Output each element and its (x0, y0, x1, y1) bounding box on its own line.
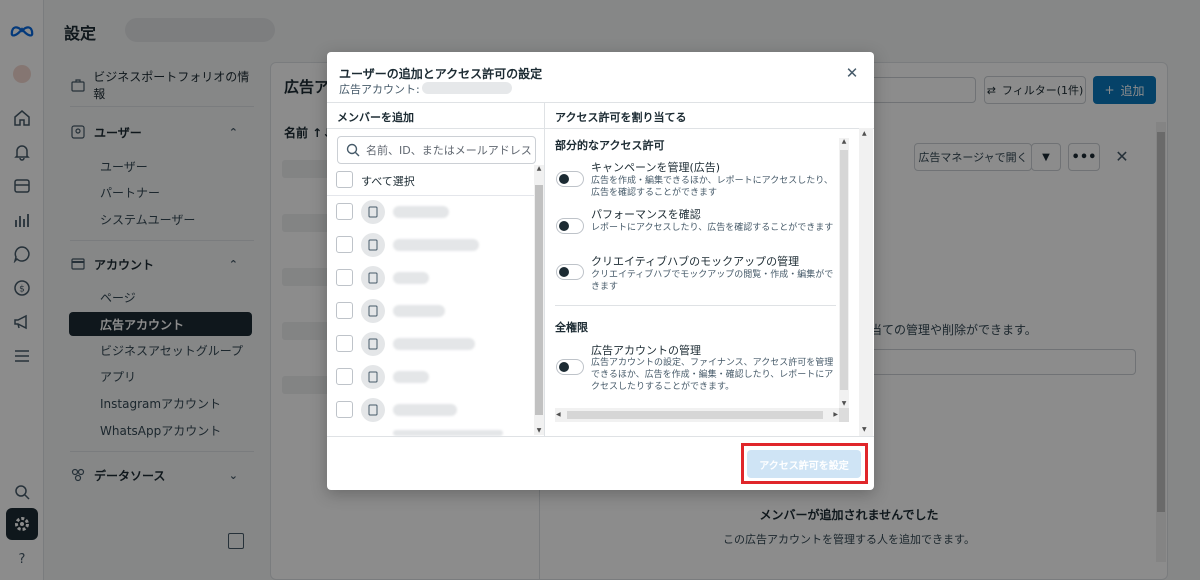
permission-title: クリエイティブハブのモックアップの管理 (591, 255, 800, 268)
divider (555, 305, 836, 306)
toggle-manage-ad-account[interactable] (556, 359, 584, 375)
member-name-blurred (393, 206, 449, 218)
member-checkbox[interactable] (336, 368, 353, 385)
member-list-scrollbar[interactable]: ▲ ▼ (534, 165, 544, 435)
divider (327, 436, 874, 437)
member-name-blurred (393, 338, 475, 350)
highlight-box (741, 443, 868, 484)
scroll-down-arrow-icon[interactable]: ▼ (840, 400, 848, 408)
select-all-checkbox[interactable] (336, 171, 353, 188)
permission-title: パフォーマンスを確認 (591, 208, 701, 221)
toggle-creative-hub[interactable] (556, 264, 584, 280)
divider (327, 195, 535, 196)
scroll-down-arrow-icon[interactable]: ▼ (535, 427, 543, 435)
search-input[interactable] (366, 143, 535, 157)
modal-subtitle: 広告アカウント: (339, 83, 420, 96)
scroll-up-arrow-icon[interactable]: ▲ (535, 165, 543, 173)
add-users-modal: ユーザーの追加とアクセス許可の設定 広告アカウント: ✕ メンバーを追加 アクセ… (327, 52, 874, 490)
member-name-blurred (393, 272, 429, 284)
divider (327, 102, 874, 103)
permissions-horizontal-scrollbar[interactable]: ◀ ▶ (555, 408, 839, 422)
member-search[interactable] (337, 136, 536, 164)
ad-account-name-blurred (422, 82, 512, 94)
member-checkbox[interactable] (336, 236, 353, 253)
permission-description: 広告を作成・編集できるほか、レポートにアクセスしたり、広告を確認することができま… (591, 176, 833, 198)
right-column-scrollbar[interactable]: ▲ ▼ (859, 128, 873, 436)
toggle-manage-campaigns[interactable] (556, 171, 584, 187)
partial-access-heading: 部分的なアクセス許可 (555, 139, 665, 152)
close-icon[interactable]: ✕ (843, 64, 861, 82)
select-all-label: すべて選択 (361, 175, 415, 188)
member-icon (361, 299, 385, 323)
scroll-corner (839, 408, 849, 422)
scroll-left-arrow-icon[interactable]: ◀ (556, 411, 561, 419)
member-name-blurred (393, 404, 457, 416)
assign-permissions-header: アクセス許可を割り当てる (555, 111, 687, 124)
scroll-right-arrow-icon[interactable]: ▶ (833, 411, 838, 419)
member-name-blurred (393, 239, 479, 251)
permission-title: 広告アカウントの管理 (591, 344, 701, 357)
member-icon (361, 266, 385, 290)
scroll-up-arrow-icon[interactable]: ▲ (840, 138, 848, 146)
divider (545, 128, 874, 129)
member-checkbox[interactable] (336, 302, 353, 319)
scroll-down-arrow-icon[interactable]: ▼ (862, 426, 867, 434)
full-access-heading: 全権限 (555, 321, 588, 334)
member-icon (361, 365, 385, 389)
member-name-blurred (393, 371, 429, 383)
permission-description: クリエイティブハブでモックアップの閲覧・作成・編集ができます (591, 270, 834, 292)
member-checkbox[interactable] (336, 203, 353, 220)
divider (327, 128, 544, 129)
member-checkbox[interactable] (336, 335, 353, 352)
search-icon (346, 143, 360, 157)
permission-description: レポートにアクセスしたり、広告を確認することができます (591, 223, 834, 233)
member-icon (361, 332, 385, 356)
modal-title: ユーザーの追加とアクセス許可の設定 (339, 67, 543, 81)
member-icon (361, 233, 385, 257)
member-checkbox[interactable] (336, 269, 353, 286)
member-checkbox[interactable] (336, 401, 353, 418)
divider (544, 103, 545, 436)
add-members-header: メンバーを追加 (337, 111, 414, 124)
permission-title: キャンペーンを管理(広告) (591, 161, 721, 174)
member-icon (361, 200, 385, 224)
member-icon (361, 398, 385, 422)
member-name-blurred (393, 305, 445, 317)
permission-description: 広告アカウントの設定、ファイナンス、アクセス許可を管理できるほか、広告を作成・編… (591, 358, 834, 392)
permissions-scrollbar[interactable]: ▲ ▼ (839, 138, 849, 408)
scroll-up-arrow-icon[interactable]: ▲ (862, 130, 867, 138)
toggle-view-performance[interactable] (556, 218, 584, 234)
